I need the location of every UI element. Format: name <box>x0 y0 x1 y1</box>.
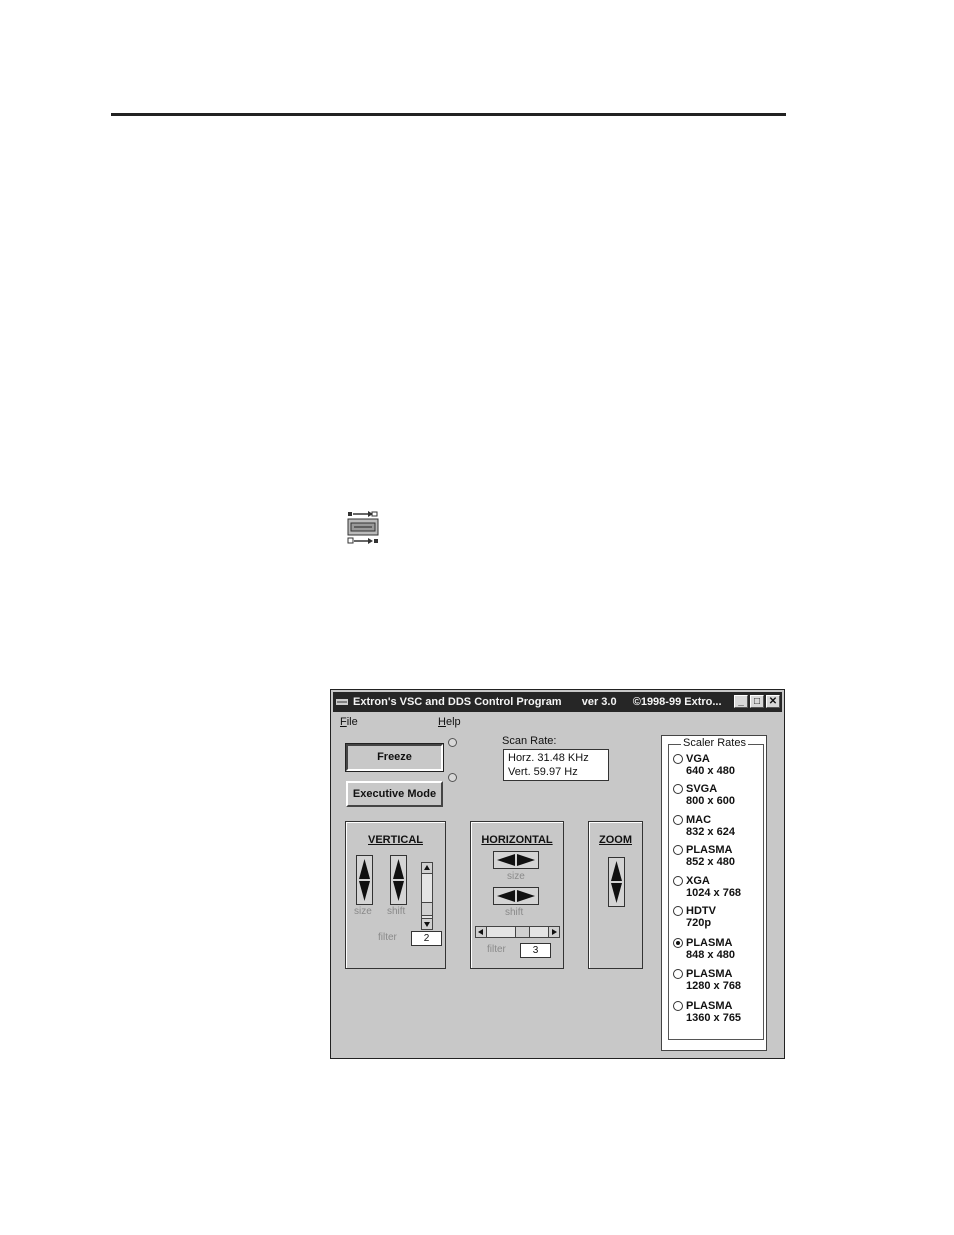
control-program-window: Extron's VSC and DDS Control Program ver… <box>330 689 785 1059</box>
horizontal-title: HORIZONTAL <box>481 834 553 846</box>
menu-help-label: elp <box>445 716 461 728</box>
menu-file-key: F <box>340 716 347 728</box>
radio-button[interactable] <box>673 845 683 855</box>
vertical-shift-button[interactable] <box>390 855 407 905</box>
radio-button[interactable] <box>673 969 683 979</box>
zoom-title: ZOOM <box>599 834 632 846</box>
radio-button[interactable] <box>673 784 683 794</box>
freeze-button[interactable]: Freeze <box>345 743 444 772</box>
horizontal-shift-button[interactable] <box>493 887 539 905</box>
vert-scan-rate: Vert. 59.97 Hz <box>508 766 578 778</box>
maximize-button[interactable]: □ <box>750 695 764 708</box>
window-version: ver 3.0 <box>581 696 617 708</box>
zoom-panel: ZOOM <box>588 821 643 969</box>
radio-button[interactable] <box>673 1001 683 1011</box>
vertical-shift-label: shift <box>387 906 406 917</box>
vertical-filter-scrollbar[interactable] <box>421 862 433 930</box>
vertical-filter-label: filter <box>378 932 397 943</box>
horizontal-filter-scrollbar[interactable] <box>475 926 560 938</box>
horizontal-filter-label: filter <box>487 944 506 955</box>
menu-bar: File Help <box>333 713 782 731</box>
horz-scan-rate: Horz. 31.48 KHz <box>508 752 589 764</box>
freeze-indicator <box>448 738 457 747</box>
vertical-filter-field[interactable]: 2 <box>411 931 442 946</box>
horizontal-panel: HORIZONTAL size shift filter 3 <box>470 821 564 969</box>
vertical-title: VERTICAL <box>368 834 423 846</box>
radio-button-selected[interactable] <box>673 938 683 948</box>
window-title: Extron's VSC and DDS Control Program <box>353 696 562 708</box>
executive-mode-indicator <box>448 773 457 782</box>
horizontal-size-label: size <box>507 871 525 882</box>
control-program-icon <box>347 511 379 544</box>
horizontal-size-button[interactable] <box>493 851 539 869</box>
vertical-panel: VERTICAL size shift filter 2 <box>345 821 446 969</box>
radio-button[interactable] <box>673 754 683 764</box>
app-icon <box>336 699 348 705</box>
scaler-rates-group: Scaler Rates VGA 640 x 480 SVGA 800 x 600 … <box>668 737 764 1040</box>
menu-file[interactable]: File <box>340 713 358 731</box>
radio-button[interactable] <box>673 815 683 825</box>
vertical-size-button[interactable] <box>356 855 373 905</box>
scaler-rates-legend: Scaler Rates <box>681 737 748 749</box>
zoom-button[interactable] <box>608 857 625 907</box>
scaler-rates-panel: Scaler Rates VGA 640 x 480 SVGA 800 x 600 … <box>661 735 767 1051</box>
minimize-button[interactable]: _ <box>734 695 748 708</box>
scan-rate-label: Scan Rate: <box>502 735 557 747</box>
title-bar: Extron's VSC and DDS Control Program ver… <box>333 692 782 712</box>
vertical-size-label: size <box>354 906 372 917</box>
horizontal-filter-field[interactable]: 3 <box>520 943 551 958</box>
radio-button[interactable] <box>673 906 683 916</box>
menu-help[interactable]: Help <box>438 713 461 731</box>
window-copyright: ©1998-99 Extro... <box>632 696 722 708</box>
menu-help-key: H <box>438 716 446 728</box>
scan-rate-display: Horz. 31.48 KHz Vert. 59.97 Hz <box>503 749 609 781</box>
executive-mode-button[interactable]: Executive Mode <box>346 781 443 807</box>
header-rule <box>111 113 786 116</box>
close-button[interactable]: ✕ <box>766 695 780 708</box>
horizontal-shift-label: shift <box>505 907 524 918</box>
radio-button[interactable] <box>673 876 683 886</box>
menu-file-label: ile <box>346 716 358 728</box>
